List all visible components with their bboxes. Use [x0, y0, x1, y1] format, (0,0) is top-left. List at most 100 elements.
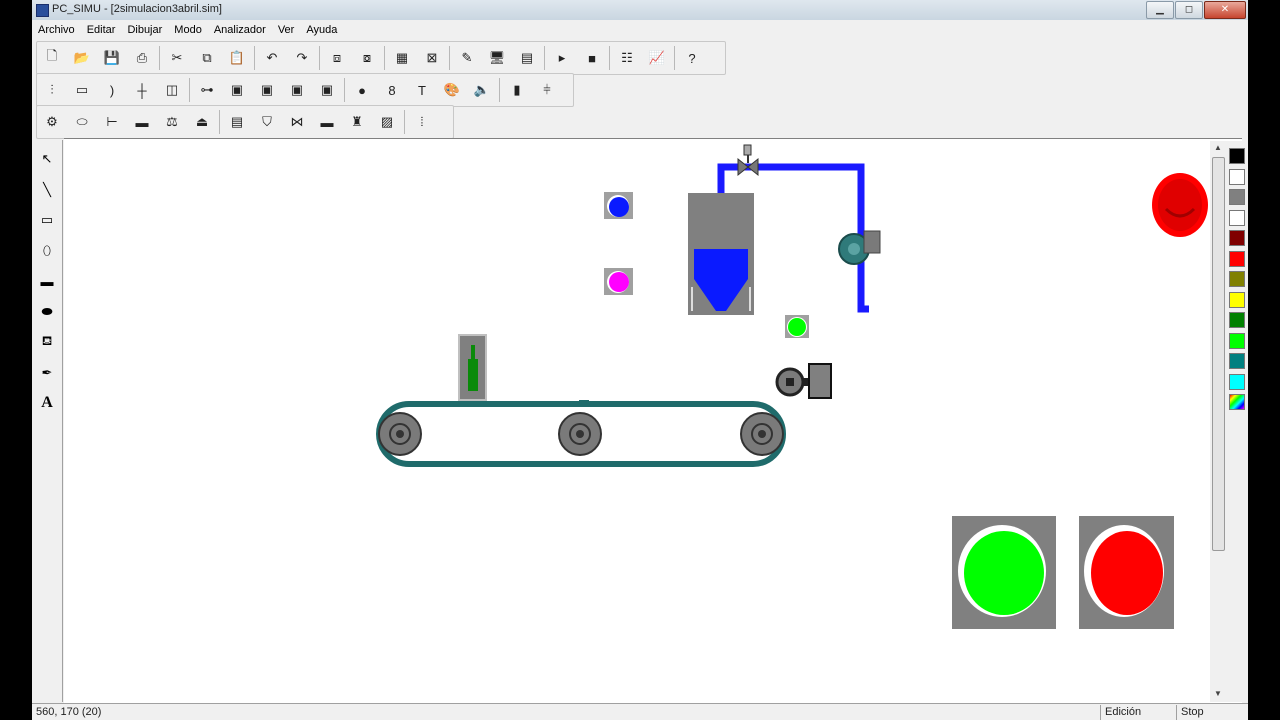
color-swatch[interactable]	[1229, 189, 1245, 205]
rectangle-frame-button[interactable]: ▭	[70, 78, 94, 102]
motor-button[interactable]: ⚙	[40, 110, 64, 134]
scroll-thumb[interactable]	[1212, 157, 1225, 551]
color-swatch[interactable]	[1229, 312, 1245, 328]
display-1-button[interactable]: ▣	[225, 78, 249, 102]
toolbar-separator	[609, 46, 610, 70]
led-button[interactable]: ●	[350, 78, 374, 102]
line-tool-button[interactable]: ╲	[36, 179, 58, 201]
minimize-button[interactable]: ▁	[1146, 1, 1174, 19]
color-swatch[interactable]	[1229, 250, 1245, 267]
hatch-tool-button[interactable]: ▨	[375, 110, 399, 134]
stop-button[interactable]: ■	[580, 46, 604, 70]
fill-bucket-tool-button[interactable]: ⛾	[36, 331, 58, 353]
slider-button[interactable]: ⫩	[535, 78, 559, 102]
color-swatch[interactable]	[1229, 148, 1245, 164]
maximize-button[interactable]: ◻	[1175, 1, 1203, 19]
rectangle-tool-button[interactable]: ▭	[36, 209, 58, 231]
cross-line-button[interactable]: ┼	[130, 78, 154, 102]
double-panel-button[interactable]: ◫	[160, 78, 184, 102]
color-swatch[interactable]	[1229, 230, 1245, 246]
chart-button[interactable]: 📈	[645, 46, 669, 70]
press-button[interactable]: ⏏	[190, 110, 214, 134]
copy-button[interactable]: ⧉	[195, 46, 219, 70]
paste-button[interactable]: 📋	[225, 46, 249, 70]
send-back-button[interactable]: ⧇	[355, 46, 379, 70]
bottles-tool-button[interactable]: ♜	[345, 110, 369, 134]
display-2-button[interactable]: ▣	[255, 78, 279, 102]
analyzer-button[interactable]: ☷	[615, 46, 639, 70]
copy-icon: ⧉	[202, 50, 212, 65]
close-button[interactable]: ✕	[1204, 1, 1246, 19]
cylinder-rod-button[interactable]: ▬	[130, 110, 154, 134]
color-swatch[interactable]	[1229, 271, 1245, 287]
menu-modo[interactable]: Modo	[168, 24, 208, 36]
color-swatch[interactable]	[1229, 168, 1245, 185]
menu-editar[interactable]: Editar	[81, 24, 122, 36]
conveyor-belt[interactable]	[376, 400, 786, 467]
display-1-icon: ▣	[230, 82, 244, 97]
color-swatch[interactable]	[1229, 353, 1245, 369]
vertical-scrollbar[interactable]: ▲ ▼	[1210, 141, 1226, 702]
arc-button[interactable]: )	[100, 78, 124, 102]
hopper-tank[interactable]	[688, 193, 754, 315]
scroll-up-icon[interactable]: ▲	[1213, 143, 1223, 153]
monitor-button[interactable]: 🖥	[485, 46, 509, 70]
display-3-button[interactable]: ▣	[285, 78, 309, 102]
toolbar-separator	[499, 78, 500, 102]
cylinder-button[interactable]: ⊶	[195, 78, 219, 102]
palette-button[interactable]: 🎨	[440, 78, 464, 102]
save-button[interactable]: 💾	[100, 46, 124, 70]
plc-button[interactable]: ▤	[515, 46, 539, 70]
stop-button[interactable]	[1079, 516, 1174, 629]
open-button[interactable]: 📂	[70, 46, 94, 70]
menu-ver[interactable]: Ver	[272, 24, 301, 36]
redo-button[interactable]: ↷	[290, 46, 314, 70]
text-tool-button[interactable]: T	[410, 78, 434, 102]
start-button[interactable]	[952, 516, 1056, 629]
color-swatch[interactable]	[1229, 394, 1245, 410]
help-button[interactable]: ?	[680, 46, 704, 70]
digit-display-button[interactable]: 8	[380, 78, 404, 102]
conveyor-tool-button[interactable]: ⬭	[70, 110, 94, 134]
tank-tool-button[interactable]: ▤	[225, 110, 249, 134]
menu-ayuda[interactable]: Ayuda	[300, 24, 343, 36]
cut-button[interactable]: ✂	[165, 46, 189, 70]
select-arrow-button[interactable]: ↖	[36, 148, 58, 170]
piston-button[interactable]: ⊢	[100, 110, 124, 134]
conveyor-motor[interactable]	[775, 363, 832, 399]
pipe-tool-button[interactable]: ▬	[315, 110, 339, 134]
grid-button[interactable]: ▦	[390, 46, 414, 70]
undo-button[interactable]: ↶	[260, 46, 284, 70]
filled-ellipse-tool-button[interactable]: ⬬	[36, 301, 58, 323]
text-tool-icon: A	[41, 394, 53, 411]
text-tool-button[interactable]: A	[36, 392, 58, 414]
simulation-canvas[interactable]	[64, 138, 1242, 703]
bottle-holder-tool-button[interactable]: ⦙	[410, 110, 434, 134]
speaker-button[interactable]: 🔈	[470, 78, 494, 102]
eyedropper-tool-button[interactable]: ✒	[36, 362, 58, 384]
hopper-tool-button[interactable]: ⛉	[255, 110, 279, 134]
new-button[interactable]: 🗋	[40, 46, 64, 70]
menu-dibujar[interactable]: Dibujar	[121, 24, 168, 36]
run-button[interactable]: ▸	[550, 46, 574, 70]
ellipse-tool-button[interactable]: ⬯	[36, 240, 58, 262]
bring-front-button[interactable]: ⧈	[325, 46, 349, 70]
edit-pen-button[interactable]: ✎	[455, 46, 479, 70]
menu-analizador[interactable]: Analizador	[208, 24, 272, 36]
scroll-down-icon[interactable]: ▼	[1213, 689, 1223, 699]
pump-motor[interactable]	[838, 230, 881, 265]
scale-button[interactable]: ⚖	[160, 110, 184, 134]
valve-tool-button[interactable]: ⋈	[285, 110, 309, 134]
filled-rectangle-tool-button[interactable]: ▬	[36, 270, 58, 292]
color-swatch[interactable]	[1229, 373, 1245, 390]
grid-off-button[interactable]: ⊠	[420, 46, 444, 70]
color-swatch[interactable]	[1229, 209, 1245, 226]
color-swatch[interactable]	[1229, 332, 1245, 349]
color-swatch[interactable]	[1229, 291, 1245, 308]
level-bar-button[interactable]: ▮	[505, 78, 529, 102]
switch-button[interactable]: ⫶	[40, 78, 64, 102]
display-4-button[interactable]: ▣	[315, 78, 339, 102]
menu-archivo[interactable]: Archivo	[32, 24, 81, 36]
print-button[interactable]: ⎙	[130, 46, 154, 70]
toolbar-separator	[254, 46, 255, 70]
